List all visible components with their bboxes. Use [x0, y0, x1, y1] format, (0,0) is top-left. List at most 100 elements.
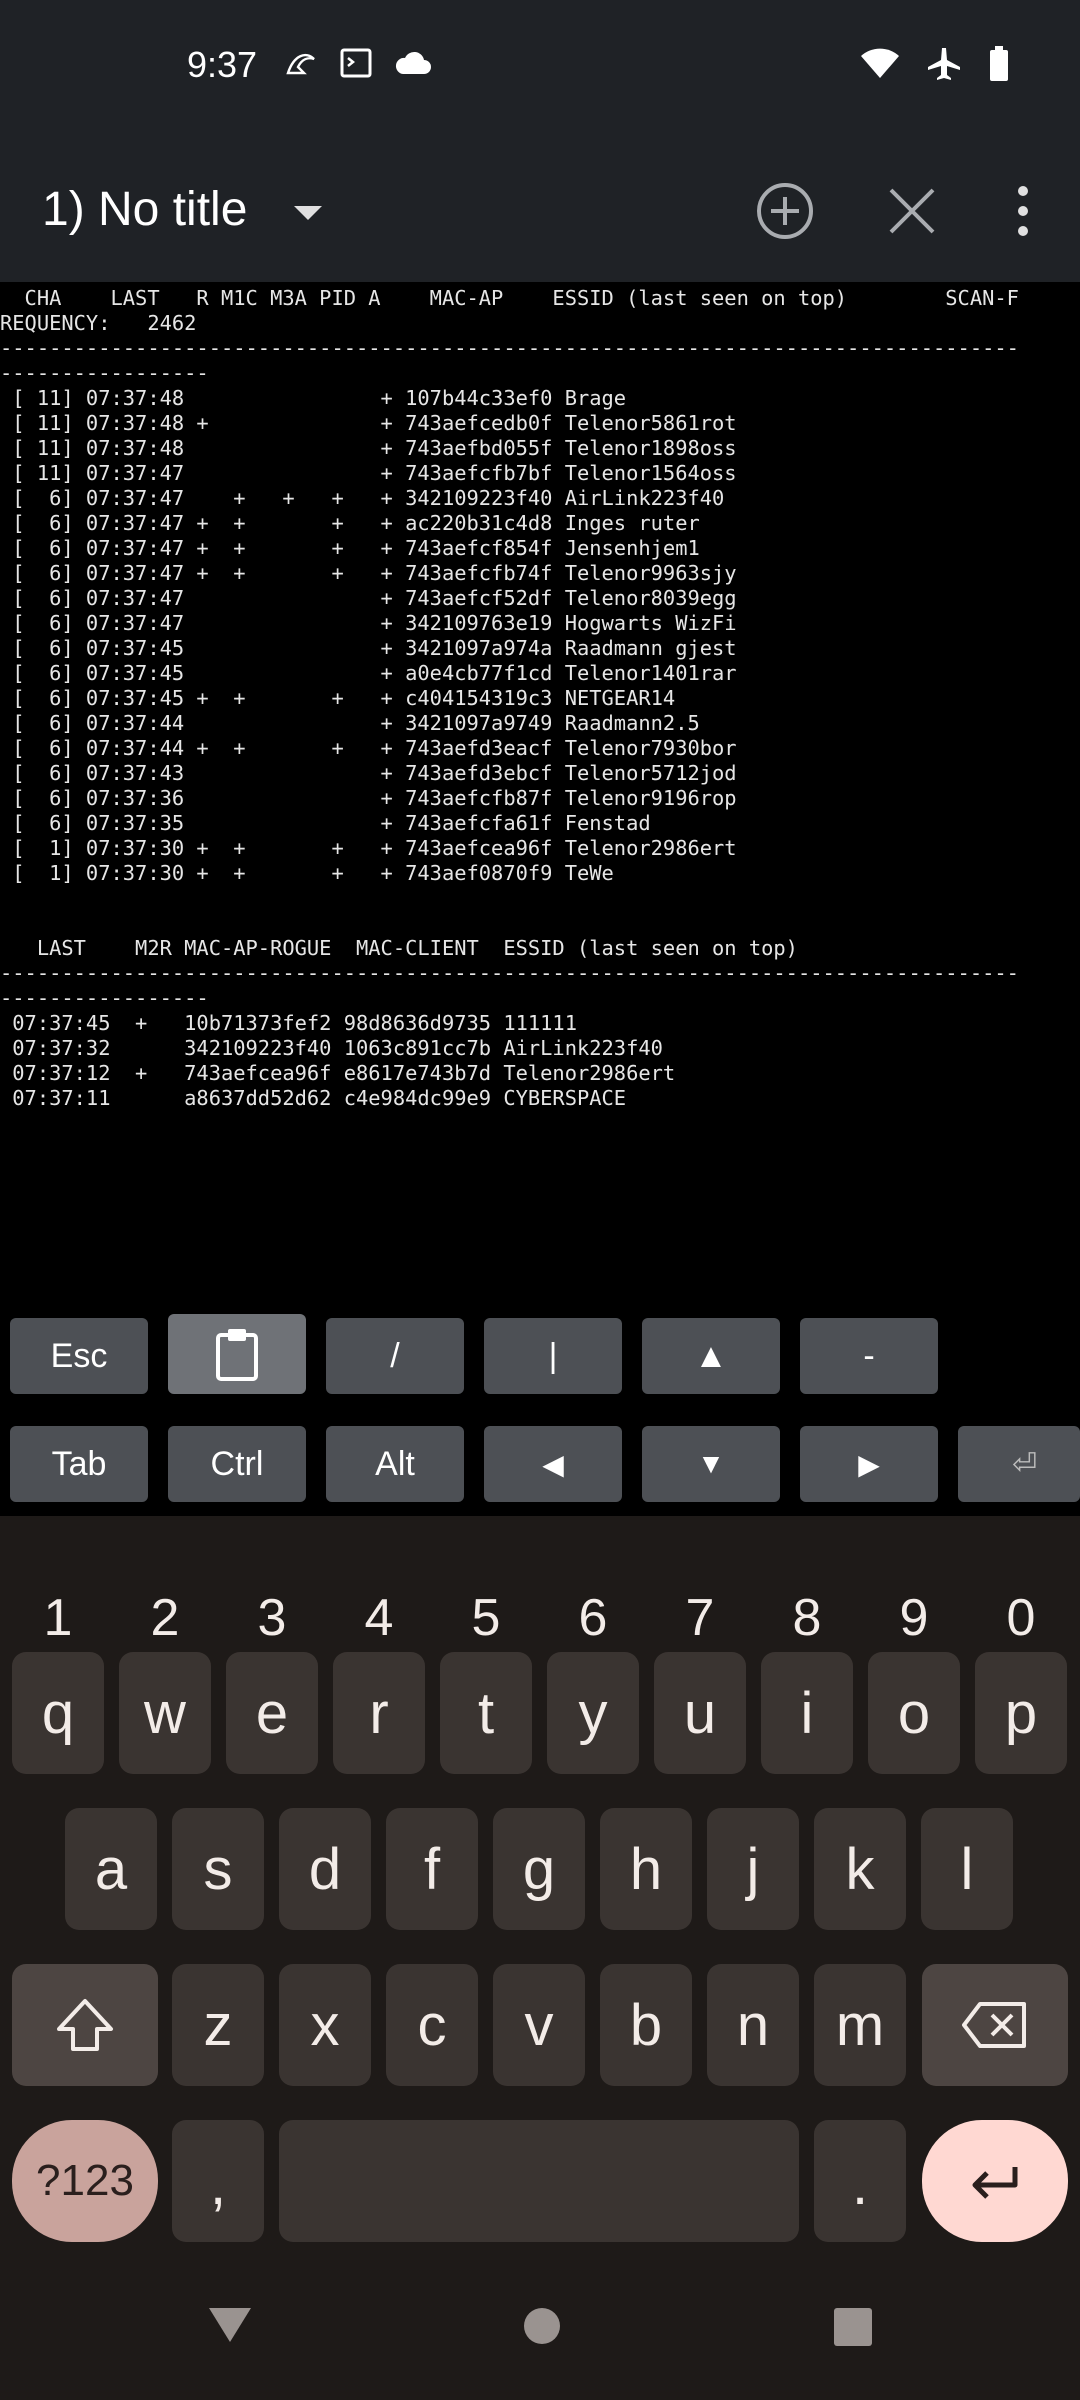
key-h[interactable]: h	[600, 1808, 692, 1930]
key-k[interactable]: k	[814, 1808, 906, 1930]
terminal-line: [ 6] 07:37:47 + 342109763e19 Hogwarts Wi…	[0, 611, 737, 635]
terminal-toolbar: 1) No title	[0, 140, 1080, 282]
home-button[interactable]	[522, 2306, 562, 2351]
terminal-line: -----------------	[0, 986, 209, 1010]
terminal-line: [ 6] 07:37:44 + + + + 743aefd3eacf Telen…	[0, 736, 737, 760]
key-d[interactable]: d	[279, 1808, 371, 1930]
slash-key[interactable]: /	[326, 1318, 464, 1394]
key-a[interactable]: a	[65, 1808, 157, 1930]
key-g[interactable]: g	[493, 1808, 585, 1930]
key-m[interactable]: m	[814, 1964, 906, 2086]
esc-key[interactable]: Esc	[10, 1318, 148, 1394]
key-s[interactable]: s	[172, 1808, 264, 1930]
key-x[interactable]: x	[279, 1964, 371, 2086]
key-f[interactable]: f	[386, 1808, 478, 1930]
terminal-line: 07:37:45 + 10b71373fef2 98d8636d9735 111…	[0, 1011, 577, 1035]
key-v[interactable]: v	[493, 1964, 585, 2086]
terminal-line: 07:37:11 a8637dd52d62 c4e984dc99e9 CYBER…	[0, 1086, 627, 1110]
up-arrow-key[interactable]: ▲	[642, 1318, 780, 1394]
key-o[interactable]: o	[868, 1652, 960, 1774]
chevron-down-icon[interactable]	[288, 198, 328, 228]
alt-key[interactable]: Alt	[326, 1426, 464, 1502]
terminal-line: [ 6] 07:37:47 + + + + 743aefcf854f Jense…	[0, 536, 700, 560]
key-4[interactable]: 4	[335, 1578, 423, 1658]
home-circle-icon	[524, 2308, 560, 2344]
terminal-line: [ 6] 07:37:45 + + + + c404154319c3 NETGE…	[0, 686, 676, 710]
key-e[interactable]: e	[226, 1652, 318, 1774]
key-3[interactable]: 3	[228, 1578, 316, 1658]
down-arrow-key[interactable]: ▼	[642, 1426, 780, 1502]
recents-square-icon	[834, 2308, 872, 2346]
terminal-line: ----------------------------------------…	[0, 961, 1019, 985]
more-options-button[interactable]	[988, 176, 1058, 246]
enter-key[interactable]	[922, 2120, 1068, 2242]
terminal-line: [ 6] 07:37:44 + 3421097a9749 Raadmann2.5	[0, 711, 700, 735]
shift-icon	[57, 1999, 113, 2051]
clipboard-key[interactable]	[168, 1314, 306, 1394]
key-w[interactable]: w	[119, 1652, 211, 1774]
enter-extra-key[interactable]: ⏎	[958, 1426, 1080, 1502]
notification-icons	[284, 48, 432, 83]
extra-keys-bar: Esc / | ▲ - Tab Ctrl Alt ◀ ▼ ▶ ⏎	[0, 1296, 1080, 1516]
pipe-key[interactable]: |	[484, 1318, 622, 1394]
close-session-button[interactable]	[877, 176, 947, 246]
new-session-button[interactable]	[750, 176, 820, 246]
cloud-icon	[394, 50, 432, 81]
status-bar: 9:37	[0, 0, 1080, 140]
terminal-line: [ 11] 07:37:48 + + 743aefcedb0f Telenor5…	[0, 411, 737, 435]
key-i[interactable]: i	[761, 1652, 853, 1774]
terminal-line: [ 1] 07:37:30 + + + + 743aef0870f9 TeWe	[0, 861, 614, 885]
key-z[interactable]: z	[172, 1964, 264, 2086]
terminal-line: 07:37:12 + 743aefcea96f e8617e743b7d Tel…	[0, 1061, 676, 1085]
ctrl-key[interactable]: Ctrl	[168, 1426, 306, 1502]
key-q[interactable]: q	[12, 1652, 104, 1774]
terminal-line: [ 6] 07:37:47 + + + + 342109223f40 AirLi…	[0, 486, 725, 510]
tab-key[interactable]: Tab	[10, 1426, 148, 1502]
key-0[interactable]: 0	[977, 1578, 1065, 1658]
terminal-line: [ 11] 07:37:48 + 107b44c33ef0 Brage	[0, 386, 627, 410]
key-b[interactable]: b	[600, 1964, 692, 2086]
space-key[interactable]	[279, 2120, 799, 2242]
close-icon	[889, 188, 935, 234]
key-j[interactable]: j	[707, 1808, 799, 1930]
back-button[interactable]	[205, 2302, 255, 2351]
terminal-line: [ 6] 07:37:47 + 743aefcf52df Telenor8039…	[0, 586, 737, 610]
key-r[interactable]: r	[333, 1652, 425, 1774]
key-n[interactable]: n	[707, 1964, 799, 2086]
key-c[interactable]: c	[386, 1964, 478, 2086]
key-8[interactable]: 8	[763, 1578, 851, 1658]
key-t[interactable]: t	[440, 1652, 532, 1774]
terminal-line: ----------------------------------------…	[0, 336, 1019, 360]
status-time: 9:37	[187, 44, 258, 85]
terminal-line: LAST M2R MAC-AP-ROGUE MAC-CLIENT ESSID (…	[0, 936, 798, 960]
session-title[interactable]: 1) No title	[42, 182, 247, 237]
key-7[interactable]: 7	[656, 1578, 744, 1658]
soft-keyboard: 1 2 3 4 5 6 7 8 9 0 q w e r t y u i o p …	[0, 1516, 1080, 2256]
add-circle-icon	[757, 183, 813, 239]
key-y[interactable]: y	[547, 1652, 639, 1774]
shift-key[interactable]	[12, 1964, 158, 2086]
terminal-line: -----------------	[0, 361, 209, 385]
key-9[interactable]: 9	[870, 1578, 958, 1658]
right-arrow-key[interactable]: ▶	[800, 1426, 938, 1502]
minus-key[interactable]: -	[800, 1318, 938, 1394]
terminal-line: [ 11] 07:37:47 + 743aefcfb7bf Telenor156…	[0, 461, 737, 485]
key-l[interactable]: l	[921, 1808, 1013, 1930]
key-1[interactable]: 1	[14, 1578, 102, 1658]
surf-icon	[284, 49, 318, 82]
period-key[interactable]: .	[814, 2120, 906, 2242]
recents-button[interactable]	[832, 2306, 874, 2353]
left-arrow-key[interactable]: ◀	[484, 1426, 622, 1502]
comma-key[interactable]: ,	[172, 2120, 264, 2242]
terminal-output[interactable]: CHA LAST R M1C M3A PID A MAC-AP ESSID (l…	[0, 282, 1080, 1296]
key-6[interactable]: 6	[549, 1578, 637, 1658]
backspace-key[interactable]	[922, 1964, 1068, 2086]
key-2[interactable]: 2	[121, 1578, 209, 1658]
symbols-key[interactable]: ?123	[12, 2120, 158, 2242]
key-5[interactable]: 5	[442, 1578, 530, 1658]
terminal-line: [ 6] 07:37:35 + 743aefcfa61f Fenstad	[0, 811, 651, 835]
terminal-icon	[340, 48, 372, 83]
key-p[interactable]: p	[975, 1652, 1067, 1774]
key-u[interactable]: u	[654, 1652, 746, 1774]
back-triangle-icon	[209, 2308, 251, 2342]
